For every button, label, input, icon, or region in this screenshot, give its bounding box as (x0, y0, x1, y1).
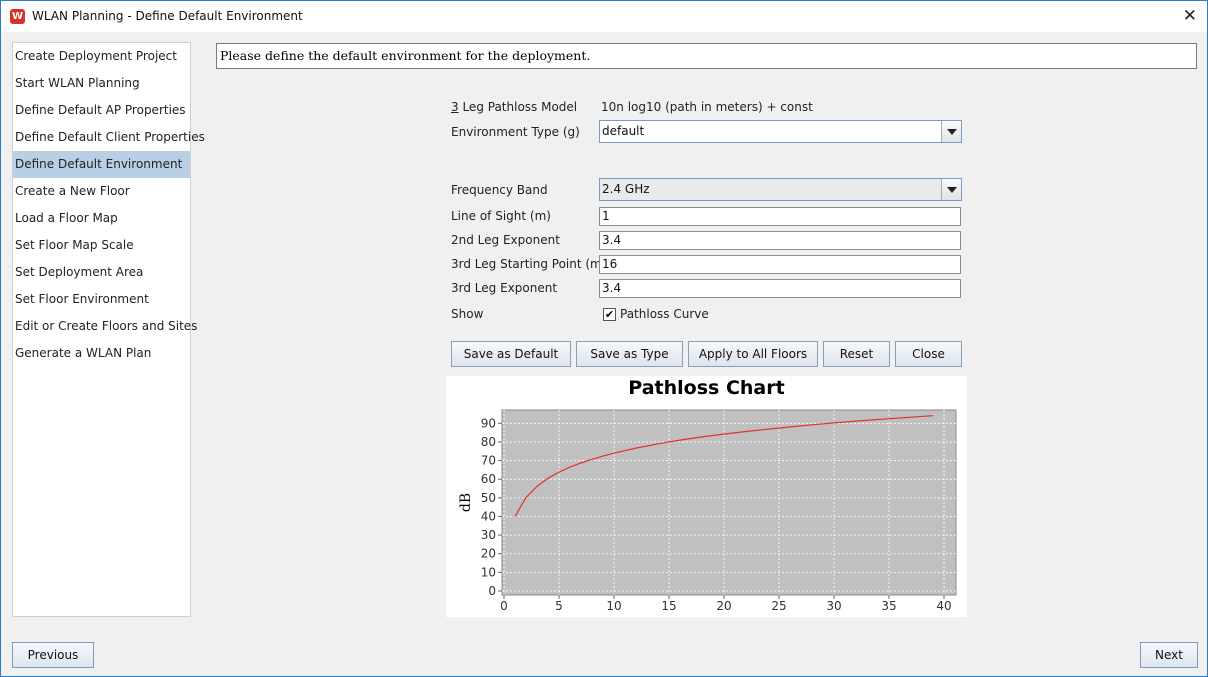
pathloss-curve-label: Pathloss Curve (620, 307, 709, 321)
step-item[interactable]: Define Default AP Properties (13, 97, 190, 124)
chevron-down-icon[interactable] (941, 121, 961, 142)
save-as-type-button[interactable]: Save as Type (576, 341, 683, 367)
show-label: Show (451, 307, 484, 321)
leg3-start-label: 3rd Leg Starting Point (m) (451, 257, 607, 271)
y-tick-label: 70 (481, 454, 496, 468)
wizard-steps-list: Create Deployment Project Start WLAN Plan… (12, 42, 205, 617)
step-item[interactable]: Define Default Environment (13, 151, 190, 178)
los-input[interactable]: 1 (599, 207, 961, 226)
env-type-value: default (602, 124, 645, 138)
step-item[interactable]: Start WLAN Planning (13, 70, 190, 97)
model-value: 10n log10 (path in meters) + const (601, 100, 813, 114)
x-tick-label: 20 (716, 599, 731, 613)
x-tick-label: 40 (936, 599, 951, 613)
chart-title: Pathloss Chart (628, 377, 785, 399)
los-label: Line of Sight (m) (451, 209, 551, 223)
y-tick-label: 0 (488, 584, 496, 598)
leg3-exponent-input[interactable]: 3.4 (599, 279, 961, 298)
y-axis-label: dB (458, 493, 474, 512)
y-tick-label: 60 (481, 472, 496, 486)
freq-band-value: 2.4 GHz (602, 182, 650, 196)
pathloss-curve-checkbox[interactable]: ✔ (603, 308, 616, 321)
step-item[interactable]: Set Floor Environment (13, 286, 190, 313)
step-item[interactable]: Set Floor Map Scale (13, 232, 190, 259)
y-tick-label: 10 (481, 565, 496, 579)
freq-band-dropdown[interactable]: 2.4 GHz (599, 178, 962, 201)
x-tick-label: 5 (555, 599, 563, 613)
window: W WLAN Planning - Define Default Environ… (0, 0, 1208, 677)
step-item[interactable]: Create a New Floor (13, 178, 190, 205)
next-button[interactable]: Next (1140, 642, 1198, 668)
step-item[interactable]: Edit or Create Floors and Sites (13, 313, 197, 340)
pathloss-chart-svg: 0 5 10 15 20 25 30 35 40 0 10 20 30 40 50 60 70 80 90 dB (458, 409, 957, 613)
x-tick-label: 25 (771, 599, 786, 613)
reset-button[interactable]: Reset (823, 341, 890, 367)
model-label-text: Leg Pathloss Model (458, 100, 578, 114)
leg2-exponent-input[interactable]: 3.4 (599, 231, 961, 250)
apply-to-all-floors-button[interactable]: Apply to All Floors (688, 341, 818, 367)
title-bar: W WLAN Planning - Define Default Environ… (1, 1, 1207, 32)
freq-band-label: Frequency Band (451, 183, 548, 197)
x-tick-label: 0 (500, 599, 508, 613)
chevron-down-icon[interactable] (941, 179, 961, 200)
save-as-default-button[interactable]: Save as Default (451, 341, 571, 367)
step-item[interactable]: Define Default Client Properties (13, 124, 205, 151)
app-icon: W (10, 9, 25, 24)
x-tick-label: 35 (881, 599, 896, 613)
y-tick-label: 50 (481, 491, 496, 505)
x-tick-label: 10 (606, 599, 621, 613)
leg3-exponent-label: 3rd Leg Exponent (451, 281, 558, 295)
leg3-start-input[interactable]: 16 (599, 255, 961, 274)
y-tick-label: 90 (481, 416, 496, 430)
step-item[interactable]: Set Deployment Area (13, 259, 190, 286)
y-tick-label: 20 (481, 547, 496, 561)
y-tick-label: 40 (481, 509, 496, 523)
model-label: 3 Leg Pathloss Model (451, 100, 578, 114)
previous-button[interactable]: Previous (12, 642, 94, 668)
y-tick-label: 30 (481, 528, 496, 542)
close-button[interactable]: Close (895, 341, 962, 367)
plot-area (501, 409, 957, 596)
step-item[interactable]: Generate a WLAN Plan (13, 340, 190, 367)
x-tick-label: 30 (826, 599, 841, 613)
close-window-icon[interactable]: ✕ (1183, 6, 1197, 26)
instructions-box: Please define the default environment fo… (216, 43, 1197, 69)
step-item[interactable]: Load a Floor Map (13, 205, 190, 232)
step-item[interactable]: Create Deployment Project (13, 43, 190, 70)
env-type-label: Environment Type (g) (451, 125, 580, 139)
y-tick-label: 80 (481, 435, 496, 449)
leg2-exponent-label: 2nd Leg Exponent (451, 233, 560, 247)
window-title: WLAN Planning - Define Default Environme… (32, 9, 303, 23)
x-tick-label: 15 (661, 599, 676, 613)
env-type-dropdown[interactable]: default (599, 120, 962, 143)
pathloss-chart: 0 5 10 15 20 25 30 35 40 0 10 20 30 40 50 60 70 80 90 dB Pa… (446, 376, 967, 617)
